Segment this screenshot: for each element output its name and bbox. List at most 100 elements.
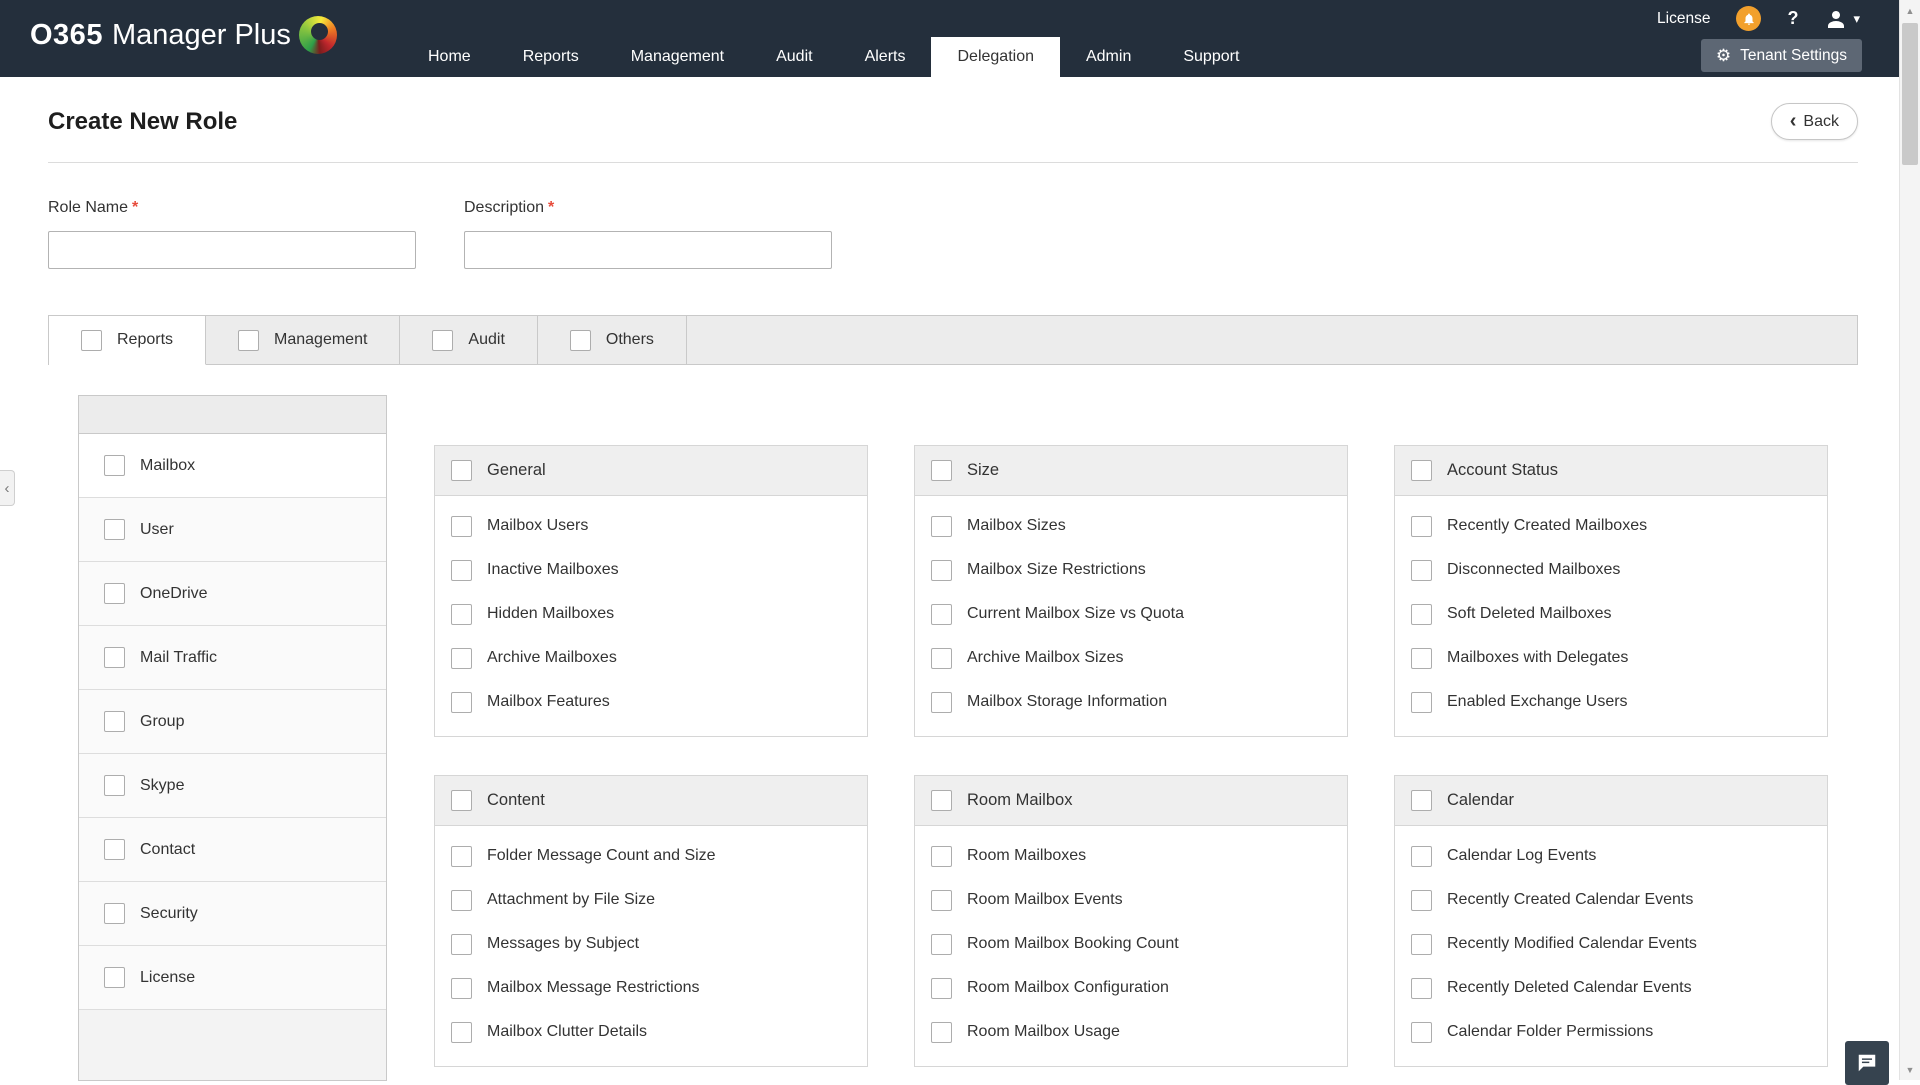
checkbox[interactable]	[931, 1022, 952, 1043]
checkbox[interactable]	[451, 790, 472, 811]
checkbox[interactable]	[1411, 604, 1432, 625]
nav-item-alerts[interactable]: Alerts	[839, 37, 932, 77]
checkbox[interactable]	[451, 692, 472, 713]
category-contact[interactable]: Contact	[79, 818, 386, 882]
checkbox[interactable]	[104, 583, 125, 604]
report-item-soft-deleted-mailboxes[interactable]: Soft Deleted Mailboxes	[1411, 592, 1811, 636]
checkbox[interactable]	[104, 647, 125, 668]
checkbox[interactable]	[1411, 516, 1432, 537]
report-item-calendar-log-events[interactable]: Calendar Log Events	[1411, 834, 1811, 878]
checkbox[interactable]	[1411, 890, 1432, 911]
feedback-chat-button[interactable]	[1845, 1041, 1889, 1085]
report-item-calendar-folder-permissions[interactable]: Calendar Folder Permissions	[1411, 1010, 1811, 1054]
scroll-up-button[interactable]: ▲	[1900, 0, 1920, 21]
tab-management[interactable]: Management	[206, 316, 400, 365]
category-security[interactable]: Security	[79, 882, 386, 946]
checkbox[interactable]	[931, 790, 952, 811]
group-header[interactable]: Content	[435, 776, 867, 826]
report-item-folder-message-count-and-size[interactable]: Folder Message Count and Size	[451, 834, 851, 878]
report-item-mailbox-clutter-details[interactable]: Mailbox Clutter Details	[451, 1010, 851, 1054]
group-header[interactable]: General	[435, 446, 867, 496]
category-user[interactable]: User	[79, 498, 386, 562]
report-item-room-mailbox-configuration[interactable]: Room Mailbox Configuration	[931, 966, 1331, 1010]
checkbox[interactable]	[451, 648, 472, 669]
report-item-hidden-mailboxes[interactable]: Hidden Mailboxes	[451, 592, 851, 636]
checkbox[interactable]	[104, 839, 125, 860]
checkbox[interactable]	[451, 978, 472, 999]
report-item-recently-created-mailboxes[interactable]: Recently Created Mailboxes	[1411, 504, 1811, 548]
nav-item-management[interactable]: Management	[605, 37, 750, 77]
vertical-scrollbar[interactable]: ▲ ▼	[1899, 0, 1920, 1080]
category-mail-traffic[interactable]: Mail Traffic	[79, 626, 386, 690]
notification-icon[interactable]	[1736, 6, 1761, 31]
checkbox[interactable]	[451, 890, 472, 911]
checkbox[interactable]	[931, 460, 952, 481]
report-item-mailbox-users[interactable]: Mailbox Users	[451, 504, 851, 548]
scrollbar-thumb[interactable]	[1902, 23, 1918, 165]
checkbox[interactable]	[931, 516, 952, 537]
report-item-disconnected-mailboxes[interactable]: Disconnected Mailboxes	[1411, 548, 1811, 592]
checkbox[interactable]	[451, 934, 472, 955]
category-skype[interactable]: Skype	[79, 754, 386, 818]
report-item-recently-modified-calendar-events[interactable]: Recently Modified Calendar Events	[1411, 922, 1811, 966]
report-item-mailbox-message-restrictions[interactable]: Mailbox Message Restrictions	[451, 966, 851, 1010]
checkbox[interactable]	[931, 692, 952, 713]
scroll-down-button[interactable]: ▼	[1900, 1059, 1920, 1080]
checkbox[interactable]	[104, 519, 125, 540]
nav-item-admin[interactable]: Admin	[1060, 37, 1157, 77]
tenant-settings-button[interactable]: ⚙ Tenant Settings	[1701, 39, 1862, 72]
group-header[interactable]: Room Mailbox	[915, 776, 1347, 826]
checkbox[interactable]	[931, 648, 952, 669]
report-item-mailbox-sizes[interactable]: Mailbox Sizes	[931, 504, 1331, 548]
report-item-inactive-mailboxes[interactable]: Inactive Mailboxes	[451, 548, 851, 592]
nav-item-support[interactable]: Support	[1157, 37, 1265, 77]
tab-others[interactable]: Others	[538, 316, 687, 365]
checkbox[interactable]	[1411, 460, 1432, 481]
checkbox[interactable]	[451, 604, 472, 625]
report-item-room-mailboxes[interactable]: Room Mailboxes	[931, 834, 1331, 878]
checkbox[interactable]	[104, 775, 125, 796]
report-item-room-mailbox-events[interactable]: Room Mailbox Events	[931, 878, 1331, 922]
checkbox[interactable]	[1411, 560, 1432, 581]
license-link[interactable]: License	[1657, 10, 1710, 28]
checkbox[interactable]	[1411, 692, 1432, 713]
checkbox[interactable]	[931, 604, 952, 625]
checkbox[interactable]	[1411, 1022, 1432, 1043]
report-item-recently-deleted-calendar-events[interactable]: Recently Deleted Calendar Events	[1411, 966, 1811, 1010]
group-header[interactable]: Calendar	[1395, 776, 1827, 826]
checkbox[interactable]	[104, 967, 125, 988]
report-item-current-mailbox-size-vs-quota[interactable]: Current Mailbox Size vs Quota	[931, 592, 1331, 636]
report-item-mailbox-features[interactable]: Mailbox Features	[451, 680, 851, 724]
checkbox[interactable]	[451, 846, 472, 867]
checkbox[interactable]	[931, 560, 952, 581]
nav-item-delegation[interactable]: Delegation	[931, 37, 1060, 77]
description-input[interactable]	[464, 231, 832, 269]
nav-item-reports[interactable]: Reports	[497, 37, 605, 77]
checkbox[interactable]	[104, 455, 125, 476]
checkbox[interactable]	[451, 460, 472, 481]
checkbox[interactable]	[931, 978, 952, 999]
report-item-attachment-by-file-size[interactable]: Attachment by File Size	[451, 878, 851, 922]
report-item-messages-by-subject[interactable]: Messages by Subject	[451, 922, 851, 966]
checkbox[interactable]	[1411, 790, 1432, 811]
report-item-mailbox-size-restrictions[interactable]: Mailbox Size Restrictions	[931, 548, 1331, 592]
report-item-room-mailbox-usage[interactable]: Room Mailbox Usage	[931, 1010, 1331, 1054]
checkbox[interactable]	[1411, 846, 1432, 867]
tab-audit[interactable]: Audit	[400, 316, 537, 365]
checkbox[interactable]	[451, 516, 472, 537]
checkbox[interactable]	[432, 330, 453, 351]
report-item-archive-mailbox-sizes[interactable]: Archive Mailbox Sizes	[931, 636, 1331, 680]
nav-item-audit[interactable]: Audit	[750, 37, 838, 77]
report-item-recently-created-calendar-events[interactable]: Recently Created Calendar Events	[1411, 878, 1811, 922]
back-button[interactable]: ‹ Back	[1771, 103, 1858, 140]
checkbox[interactable]	[451, 1022, 472, 1043]
checkbox[interactable]	[451, 560, 472, 581]
checkbox[interactable]	[1411, 978, 1432, 999]
help-icon[interactable]: ?	[1787, 8, 1798, 29]
checkbox[interactable]	[931, 846, 952, 867]
checkbox[interactable]	[1411, 648, 1432, 669]
report-item-enabled-exchange-users[interactable]: Enabled Exchange Users	[1411, 680, 1811, 724]
checkbox[interactable]	[570, 330, 591, 351]
group-header[interactable]: Size	[915, 446, 1347, 496]
left-panel-toggle[interactable]: ‹	[0, 470, 15, 506]
